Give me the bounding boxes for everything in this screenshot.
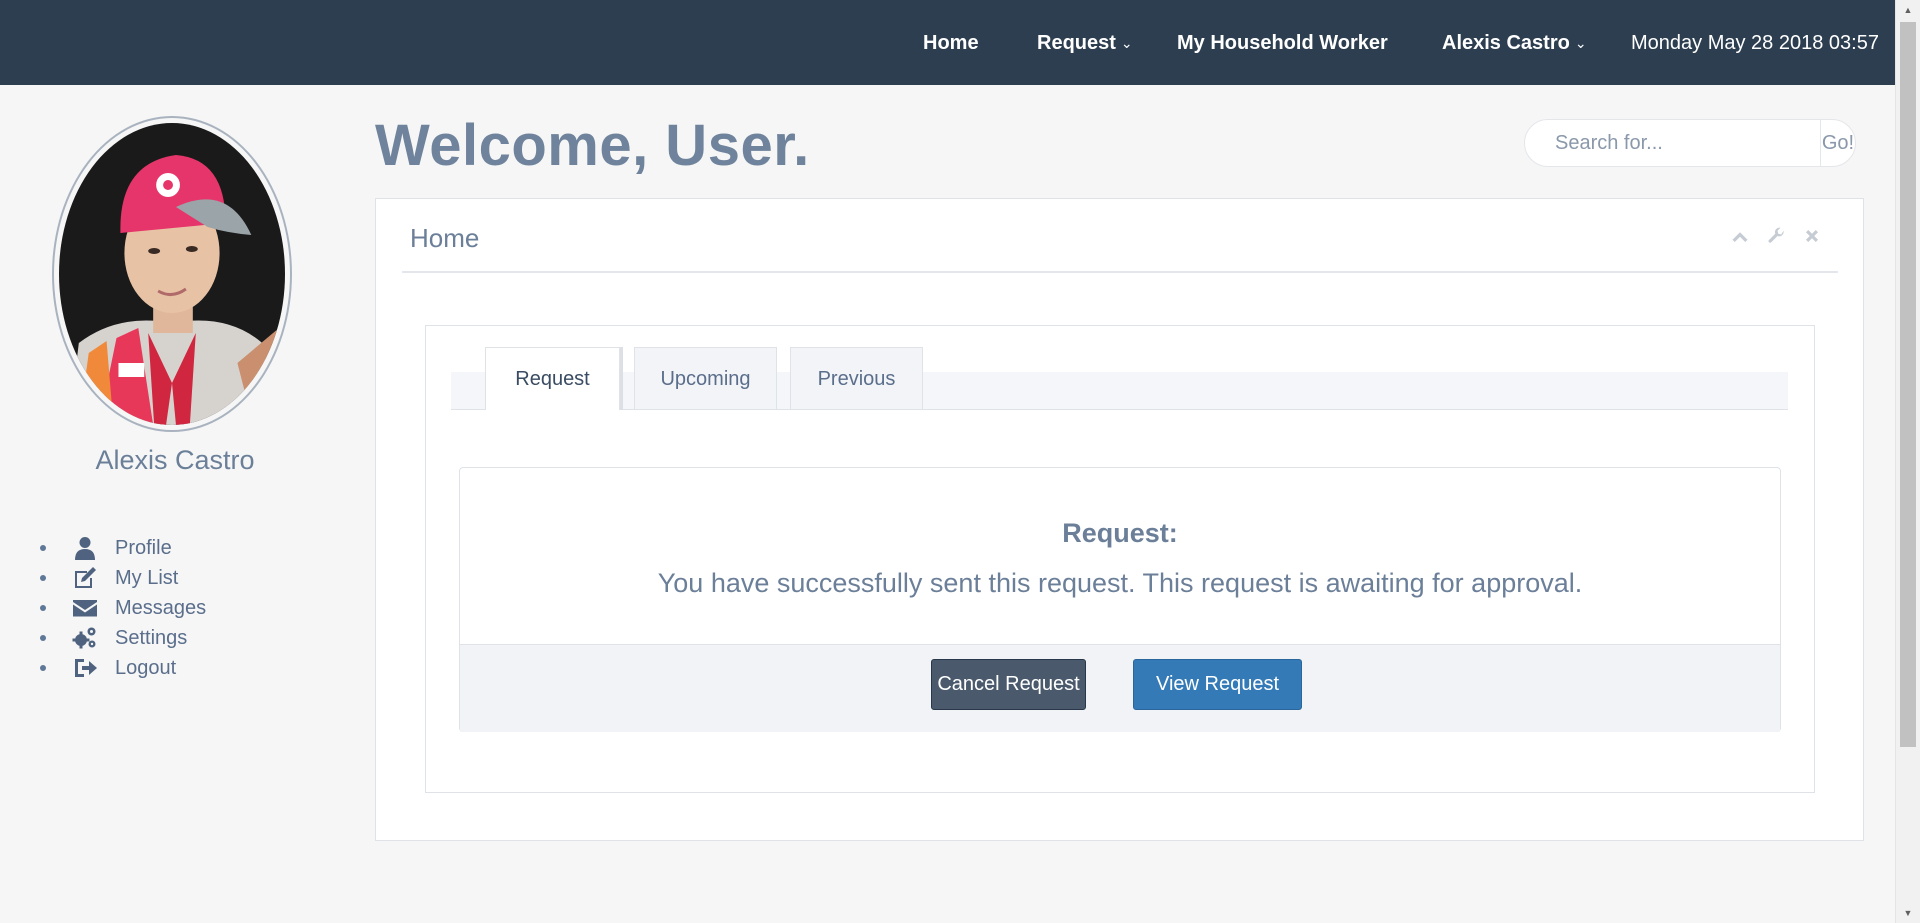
view-request-button[interactable]: View Request bbox=[1133, 659, 1302, 710]
nav-household-worker-link[interactable]: My Household Worker bbox=[1177, 0, 1388, 85]
sidebar-item-logout[interactable]: Logout bbox=[40, 653, 206, 683]
nav-request-dropdown[interactable]: Request ⌄ bbox=[1037, 0, 1133, 85]
sidebar-item-label: Settings bbox=[115, 626, 188, 649]
edit-icon bbox=[70, 565, 100, 591]
sign-out-icon bbox=[70, 655, 100, 681]
sidebar-item-my-list[interactable]: My List bbox=[40, 563, 206, 593]
nav-home-link[interactable]: Home bbox=[923, 0, 979, 85]
avatar bbox=[52, 116, 292, 432]
panel-title: Home bbox=[410, 223, 480, 253]
sidebar-user-name: Alexis Castro bbox=[95, 445, 255, 475]
bullet bbox=[40, 575, 46, 581]
page-scrollbar[interactable]: ▲ ▼ bbox=[1895, 0, 1920, 923]
envelope-icon bbox=[70, 595, 100, 621]
bullet bbox=[40, 605, 46, 611]
bullet bbox=[40, 545, 46, 551]
request-tabs-container: Request Upcoming Previous Request: You h… bbox=[425, 325, 1815, 793]
scrollbar-thumb[interactable] bbox=[1900, 22, 1916, 747]
tab-previous[interactable]: Previous bbox=[790, 347, 923, 409]
nav-request-label: Request bbox=[1037, 32, 1116, 54]
sidebar-menu: Profile My List Messages Settings Logout bbox=[40, 533, 206, 683]
page-title: Welcome, User. bbox=[375, 113, 810, 178]
top-navbar: Home Request ⌄ My Household Worker Alexis… bbox=[0, 0, 1895, 85]
search-bar: Go! bbox=[1524, 119, 1856, 167]
chevron-up-icon[interactable] bbox=[1729, 225, 1751, 247]
chevron-down-icon: ⌄ bbox=[1574, 35, 1587, 51]
sidebar-item-label: Profile bbox=[115, 536, 172, 559]
bullet bbox=[40, 665, 46, 671]
sidebar-item-label: Messages bbox=[115, 596, 207, 619]
close-icon[interactable] bbox=[1801, 225, 1823, 247]
wrench-icon[interactable] bbox=[1765, 225, 1787, 247]
panel-divider bbox=[402, 271, 1838, 273]
tab-upcoming[interactable]: Upcoming bbox=[634, 347, 777, 409]
scroll-up-arrow-icon[interactable]: ▲ bbox=[1896, 0, 1920, 20]
chevron-down-icon: ⌄ bbox=[1120, 35, 1133, 51]
sidebar-item-label: My List bbox=[115, 566, 179, 589]
avatar-photo bbox=[59, 123, 285, 425]
panel-tools bbox=[1729, 225, 1823, 247]
sidebar-item-settings[interactable]: Settings bbox=[40, 623, 206, 653]
gears-icon bbox=[70, 625, 100, 651]
sidebar-item-label: Logout bbox=[115, 656, 177, 679]
request-heading: Request: bbox=[1062, 518, 1178, 548]
request-card-footer: Cancel Request View Request bbox=[460, 644, 1780, 732]
nav-user-dropdown[interactable]: Alexis Castro ⌄ bbox=[1442, 0, 1587, 85]
user-icon bbox=[70, 535, 100, 561]
request-card: Request: You have successfully sent this… bbox=[459, 467, 1781, 732]
home-panel: Home Request Upcoming Previous Request: … bbox=[375, 198, 1864, 841]
nav-user-label: Alexis Castro bbox=[1442, 32, 1570, 54]
scroll-down-arrow-icon[interactable]: ▼ bbox=[1896, 903, 1920, 923]
cancel-request-button[interactable]: Cancel Request bbox=[931, 659, 1086, 710]
search-go-button[interactable]: Go! bbox=[1820, 120, 1855, 166]
bullet bbox=[40, 635, 46, 641]
search-input[interactable] bbox=[1525, 120, 1820, 166]
sidebar-item-profile[interactable]: Profile bbox=[40, 533, 206, 563]
sidebar-item-messages[interactable]: Messages bbox=[40, 593, 206, 623]
nav-datetime: Monday May 28 2018 03:57 bbox=[1631, 32, 1879, 54]
tab-request[interactable]: Request bbox=[485, 347, 620, 410]
request-status-message: You have successfully sent this request.… bbox=[657, 568, 1583, 598]
